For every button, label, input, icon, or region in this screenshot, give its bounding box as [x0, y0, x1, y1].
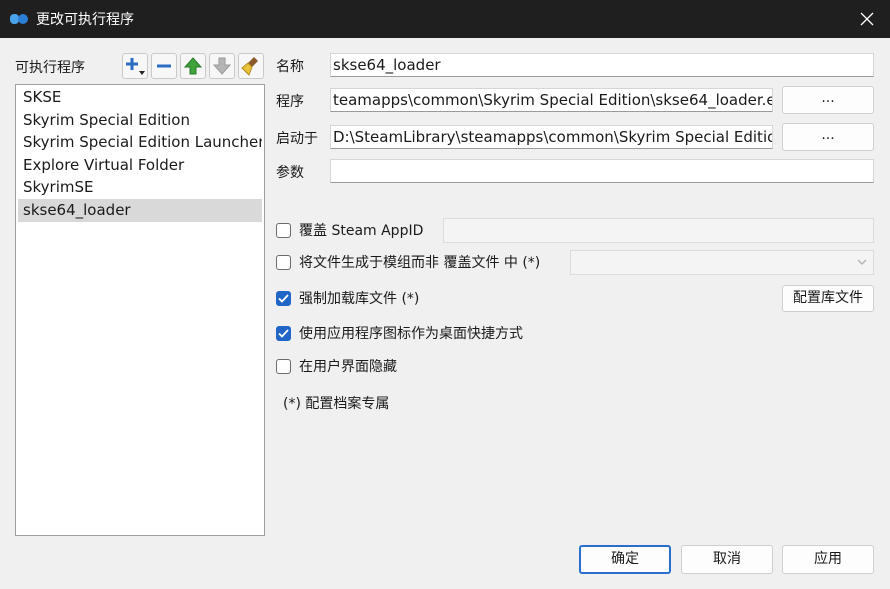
ok-button[interactable]: 确定	[579, 545, 671, 574]
arrow-down-icon	[212, 57, 232, 75]
mod-select-dropdown[interactable]	[570, 250, 874, 275]
name-label: 名称	[276, 59, 304, 75]
hide-ui-label: 在用户界面隐藏	[299, 359, 397, 375]
force-libraries-label: 强制加载库文件 (*)	[299, 291, 420, 307]
executables-list[interactable]: SKSE Skyrim Special Edition Skyrim Speci…	[15, 84, 265, 536]
apply-button[interactable]: 应用	[782, 545, 874, 574]
broom-icon	[241, 57, 258, 76]
override-appid-label: 覆盖 Steam AppID	[299, 223, 424, 239]
start-in-browse-button[interactable]: ...	[782, 123, 874, 151]
executables-label: 可执行程序	[15, 60, 85, 76]
program-label: 程序	[276, 94, 304, 110]
title-bar: 更改可执行程序	[0, 0, 890, 38]
move-down-button[interactable]	[209, 53, 235, 79]
force-libraries-option[interactable]: 强制加载库文件 (*)	[276, 287, 419, 309]
list-item[interactable]: Explore Virtual Folder	[18, 154, 262, 177]
hide-ui-option[interactable]: 在用户界面隐藏	[276, 355, 397, 377]
use-icon-option[interactable]: 使用应用程序图标作为桌面快捷方式	[276, 322, 523, 344]
arguments-input[interactable]	[330, 159, 874, 183]
remove-executable-button[interactable]	[151, 53, 177, 79]
plus-dropdown-icon	[126, 58, 145, 75]
override-appid-checkbox[interactable]	[276, 222, 291, 238]
program-browse-button[interactable]: ...	[782, 86, 874, 114]
checkmark-icon	[278, 293, 289, 303]
arguments-label: 参数	[276, 165, 304, 181]
list-item[interactable]: Skyrim Special Edition Launcher	[18, 131, 262, 154]
add-executable-button[interactable]	[122, 53, 148, 79]
override-appid-option[interactable]: 覆盖 Steam AppID	[276, 219, 423, 241]
close-icon	[860, 12, 874, 26]
chevron-down-icon	[857, 259, 867, 265]
create-files-checkbox[interactable]	[276, 254, 291, 270]
program-input[interactable]: teamapps\common\Skyrim Special Edition\s…	[330, 88, 773, 112]
hide-ui-checkbox[interactable]	[276, 358, 291, 374]
checkmark-icon	[278, 328, 289, 338]
start-in-label: 启动于	[276, 131, 318, 147]
use-icon-checkbox[interactable]	[276, 325, 291, 341]
window-title: 更改可执行程序	[36, 12, 134, 28]
steam-appid-input[interactable]	[443, 218, 874, 243]
name-input[interactable]: skse64_loader	[330, 53, 874, 77]
configure-libraries-button[interactable]: 配置库文件	[782, 285, 874, 312]
app-logo-icon	[10, 14, 28, 24]
start-in-input[interactable]: D:\SteamLibrary\steamapps\common\Skyrim …	[330, 125, 773, 149]
cancel-button[interactable]: 取消	[681, 545, 773, 574]
cleanup-button[interactable]	[238, 53, 264, 79]
list-item-selected[interactable]: skse64_loader	[18, 198, 262, 222]
list-item[interactable]: SkyrimSE	[18, 176, 262, 199]
create-files-option[interactable]: 将文件生成于模组而非 覆盖文件 中 (*)	[276, 251, 540, 273]
use-icon-label: 使用应用程序图标作为桌面快捷方式	[299, 326, 523, 342]
change-executables-dialog: 更改可执行程序 可执行程序 SKSE Skyrim Special Editio…	[0, 0, 890, 589]
minus-icon	[157, 64, 171, 68]
force-libraries-checkbox[interactable]	[276, 290, 291, 306]
list-item[interactable]: Skyrim Special Edition	[18, 109, 262, 132]
list-toolbar	[122, 53, 264, 79]
create-files-label: 将文件生成于模组而非 覆盖文件 中 (*)	[299, 255, 541, 271]
move-up-button[interactable]	[180, 53, 206, 79]
close-button[interactable]	[844, 0, 890, 38]
profile-specific-note: (*) 配置档案专属	[283, 396, 390, 412]
arrow-up-icon	[183, 57, 203, 75]
list-item[interactable]: SKSE	[18, 86, 262, 109]
